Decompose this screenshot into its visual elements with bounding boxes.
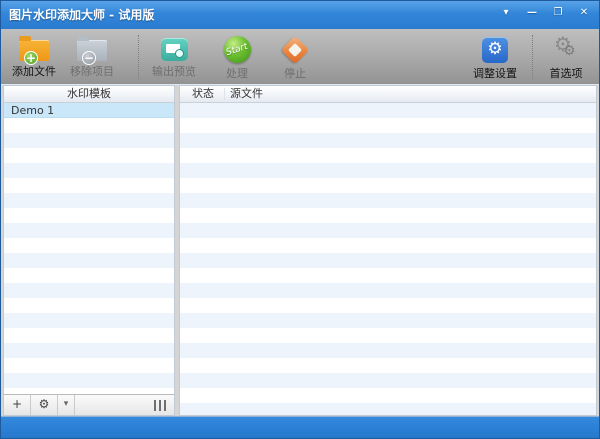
list-item[interactable]: Demo 1 <box>4 103 174 118</box>
start-icon-text: Start <box>224 41 250 58</box>
file-list-header: 状态 源文件 <box>180 86 596 103</box>
add-files-label: 添加文件 <box>12 65 56 78</box>
app-window: 图片水印添加大师 - 试用版 ▾ — ❐ ✕ + 添加文件 − 移除项目 输出预… <box>0 0 600 439</box>
minimize-icon[interactable]: — <box>523 5 541 21</box>
add-files-icon: + <box>19 36 49 65</box>
window-menu-icon[interactable]: ▾ <box>497 5 515 21</box>
window-controls: ▾ — ❐ ✕ <box>497 5 593 21</box>
adjust-settings-button[interactable]: ⚙ 调整设置 <box>463 33 527 81</box>
watermark-template-list: Demo 1 <box>4 103 174 394</box>
file-list-panel: 状态 源文件 <box>179 85 597 416</box>
process-label: 处理 <box>226 67 248 80</box>
close-icon[interactable]: ✕ <box>575 5 593 21</box>
template-settings-button[interactable]: ⚙ <box>31 395 58 415</box>
resize-grip-icon[interactable] <box>154 399 166 411</box>
output-preview-button[interactable]: 输出预览 <box>145 33 203 81</box>
preferences-button[interactable]: ⚙ ⚙ 首选项 <box>537 32 595 81</box>
minus-badge-icon: − <box>82 51 96 65</box>
output-preview-label: 输出预览 <box>152 65 196 78</box>
add-template-button[interactable]: + <box>4 395 31 415</box>
title-bar: 图片水印添加大师 - 试用版 ▾ — ❐ ✕ <box>1 1 599 29</box>
stop-icon <box>280 35 310 65</box>
process-button[interactable]: Start 处理 <box>211 33 263 81</box>
maximize-icon[interactable]: ❐ <box>549 5 567 21</box>
adjust-settings-icon: ⚙ <box>482 37 508 63</box>
preferences-label: 首选项 <box>549 67 583 80</box>
template-footer-toolbar: + ⚙ ▾ <box>4 394 174 415</box>
plus-badge-icon: + <box>24 51 38 65</box>
template-dropdown-button[interactable]: ▾ <box>58 395 75 415</box>
file-list-body <box>180 103 596 415</box>
adjust-settings-label: 调整设置 <box>473 67 517 80</box>
watermark-template-panel: 水印模板 Demo 1 + ⚙ ▾ <box>3 85 175 416</box>
column-separator[interactable] <box>224 88 225 100</box>
column-header-status[interactable]: 状态 <box>192 86 214 102</box>
preferences-icon: ⚙ ⚙ <box>551 32 581 63</box>
stop-button[interactable]: 停止 <box>271 33 319 81</box>
toolbar-separator <box>532 35 533 79</box>
remove-items-button[interactable]: − 移除项目 <box>65 33 119 81</box>
output-preview-icon <box>160 38 188 61</box>
process-start-icon: Start <box>223 36 251 63</box>
watermark-template-header[interactable]: 水印模板 <box>4 86 174 103</box>
remove-items-label: 移除项目 <box>70 65 114 78</box>
status-bar <box>1 416 599 438</box>
main-toolbar: + 添加文件 − 移除项目 输出预览 Start 处理 停止 ⚙ 调整设置 ⚙ … <box>1 29 599 85</box>
toolbar-separator <box>138 35 139 79</box>
window-title: 图片水印添加大师 - 试用版 <box>9 8 155 22</box>
main-area: 水印模板 Demo 1 + ⚙ ▾ 状态 源文件 <box>1 85 599 416</box>
column-header-source-file[interactable]: 源文件 <box>230 86 263 102</box>
stop-label: 停止 <box>284 67 306 80</box>
gear-icon: ⚙ <box>563 43 576 59</box>
add-files-button[interactable]: + 添加文件 <box>7 33 61 81</box>
remove-items-icon: − <box>77 36 107 65</box>
